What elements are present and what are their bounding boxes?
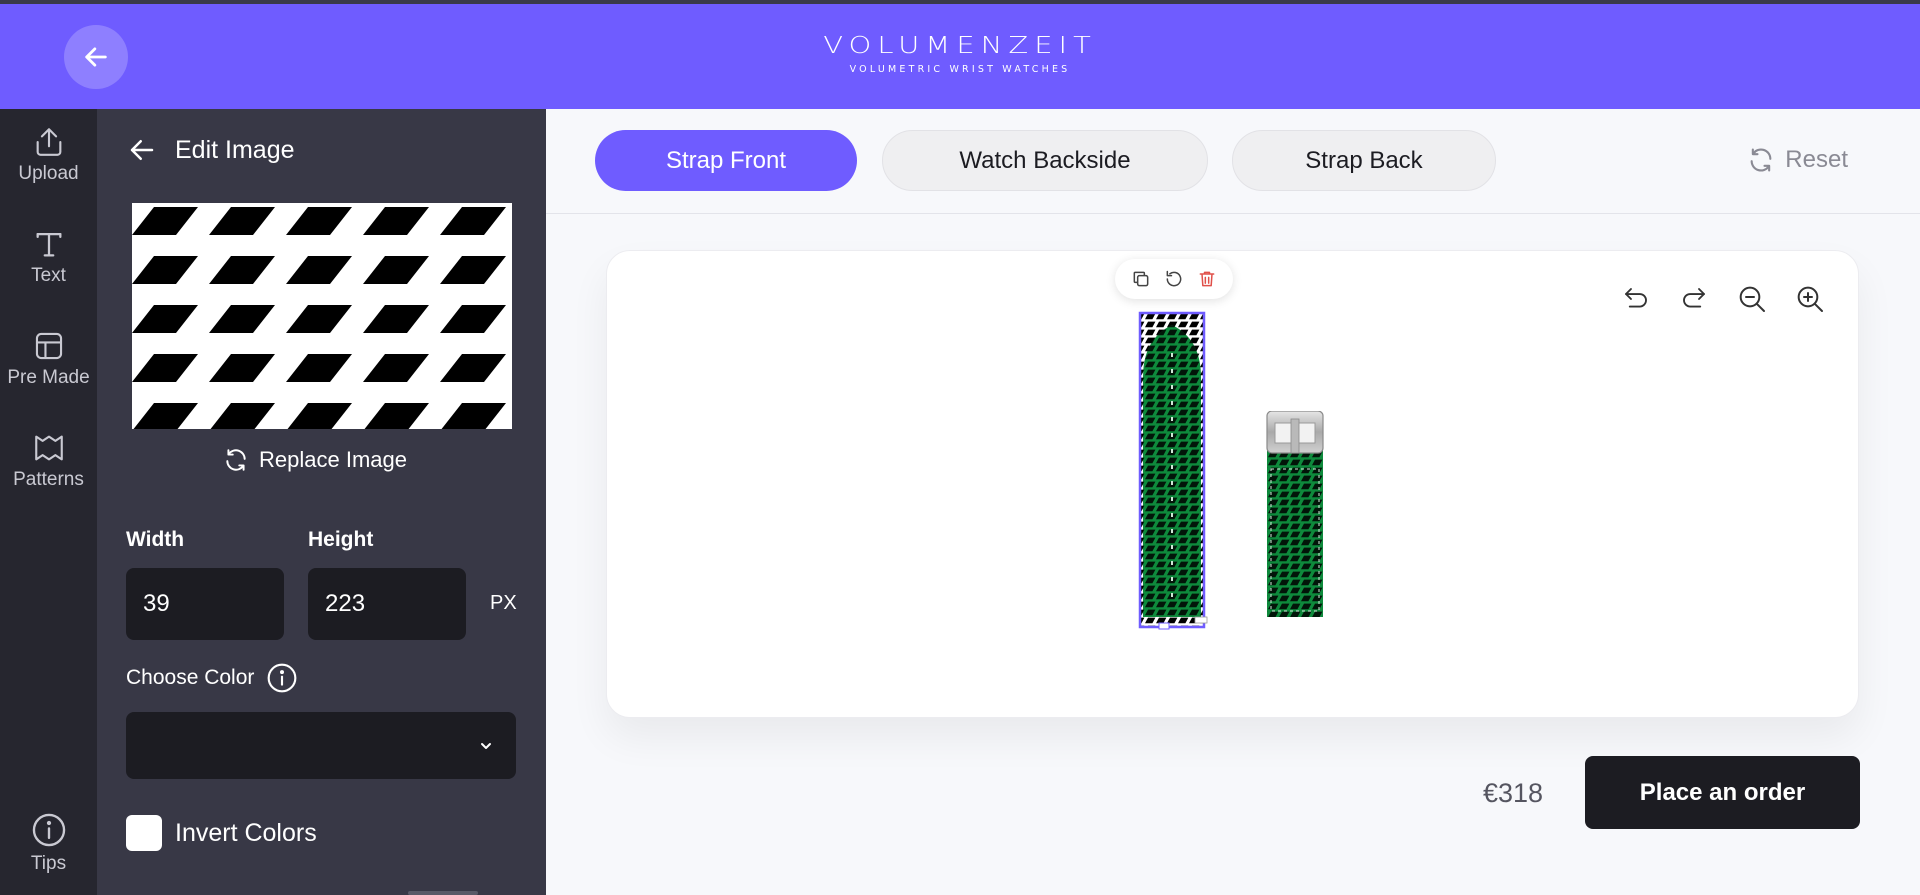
rail-item-text[interactable]: Text [0,227,97,287]
rail-item-premade[interactable]: Pre Made [0,329,97,389]
width-input[interactable] [126,568,284,640]
replace-image-label: Replace Image [259,447,407,472]
color-dropdown[interactable] [126,712,516,779]
zoom-out-icon [1739,286,1765,312]
rail-label-upload: Upload [18,163,79,184]
app-header: VOLUMENZEIT VOLUMETRIC WRIST WATCHES [0,4,1920,109]
info-icon[interactable] [266,662,298,694]
layout-icon [35,332,62,360]
zoom-in-icon [1797,286,1823,312]
refresh-icon [226,449,246,471]
trash-icon [1199,271,1215,287]
edit-image-panel: Edit Image Replace Image Width Height PX… [97,109,546,895]
rail-label-text: Text [31,265,66,286]
undo-icon [1625,288,1647,308]
strap-back-preview [1266,411,1324,617]
undo-button[interactable] [1618,281,1654,317]
tab-strap-front[interactable]: Strap Front [595,130,857,191]
redo-button[interactable] [1676,281,1712,317]
reset-label: Reset [1785,146,1848,173]
panel-header: Edit Image [127,135,295,165]
strap-front-selected[interactable] [1134,305,1210,635]
zoom-out-button[interactable] [1734,281,1770,317]
chevron-down-icon [481,743,491,749]
invert-colors-checkbox[interactable] [126,815,162,851]
rotate-icon [1166,270,1182,287]
brand-tagline: VOLUMETRIC WRIST WATCHES [849,64,1071,75]
duplicate-button[interactable] [1131,269,1151,289]
design-canvas[interactable] [606,250,1859,718]
info-icon [32,813,65,847]
redo-icon [1683,288,1705,308]
invert-colors-toggle[interactable]: Invert Colors [126,815,317,851]
refresh-icon [1750,148,1772,172]
tool-rail: Upload Text Pre Made Patterns Tips [0,109,97,895]
place-order-button[interactable]: Place an order [1585,756,1860,829]
rail-item-tips[interactable]: Tips [0,811,97,875]
zoom-in-button[interactable] [1792,281,1828,317]
choose-color-label: Choose Color [126,666,255,689]
brand-logo[interactable]: VOLUMENZEIT VOLUMETRIC WRIST WATCHES [0,28,1920,75]
rotate-button[interactable] [1164,269,1184,289]
tab-strap-back[interactable]: Strap Back [1232,130,1496,191]
height-input[interactable] [308,568,466,640]
reset-button[interactable]: Reset [1747,146,1848,174]
rail-item-upload[interactable]: Upload [0,125,97,185]
rail-item-patterns[interactable]: Patterns [0,431,97,491]
total-price: €318 [1483,778,1544,808]
canvas-toolbar [1618,281,1828,317]
pattern-icon [34,435,63,461]
unit-label: PX [490,592,517,614]
choose-color-row: Choose Color [126,662,298,694]
rail-label-patterns: Patterns [13,469,84,490]
strap-tabs-bar: Strap Front Watch Backside Strap Back Re… [546,109,1920,214]
panel-scrollbar[interactable] [408,891,478,895]
width-label: Width [126,528,185,551]
duplicate-icon [1133,271,1149,287]
arrow-left-icon[interactable] [127,135,157,165]
tab-watch-backside[interactable]: Watch Backside [882,130,1208,191]
delete-button[interactable] [1197,269,1217,289]
pattern-preview-image [132,203,512,429]
rail-label-tips: Tips [30,853,67,874]
panel-title: Edit Image [175,135,295,164]
upload-icon [36,128,61,156]
rail-label-premade: Pre Made [7,367,90,388]
text-icon [36,232,61,257]
replace-image-button[interactable]: Replace Image [223,447,407,473]
selection-toolbar [1115,259,1233,299]
brand-name: VOLUMENZEIT [823,31,1097,59]
height-label: Height [308,528,374,551]
invert-colors-label: Invert Colors [175,818,317,847]
